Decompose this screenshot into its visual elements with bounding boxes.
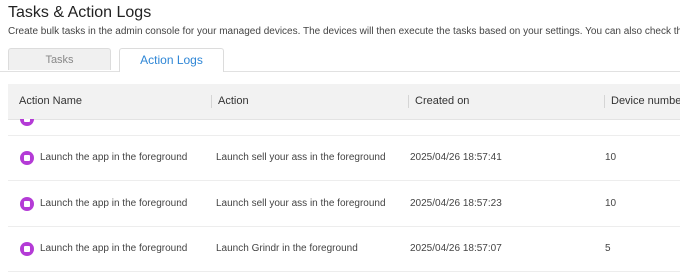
device-number-cell: 10: [605, 198, 617, 209]
table-row-partial[interactable]: [8, 119, 680, 136]
table-row[interactable]: Launch the app in the foreground › Launc…: [8, 227, 680, 272]
device-number-cell: 5: [605, 243, 611, 254]
tab-action-logs[interactable]: Action Logs: [119, 48, 224, 72]
column-header-device-number[interactable]: Device number: [604, 84, 680, 119]
created-on-cell: 2025/04/26 18:57:41: [410, 152, 502, 163]
tab-tasks[interactable]: Tasks: [8, 48, 111, 70]
app-icon: [20, 197, 34, 211]
table-row[interactable]: Launch the app in the foreground › Launc…: [8, 182, 680, 227]
app-icon: [20, 151, 34, 165]
action-cell: Launch sell your ass in the foreground: [216, 198, 386, 209]
app-icon: [20, 119, 34, 126]
column-header-created-on[interactable]: Created on: [408, 84, 598, 119]
action-name-cell[interactable]: Launch the app in the foreground: [40, 182, 187, 226]
tab-bar: Tasks Action Logs: [0, 48, 680, 72]
chevron-right-icon[interactable]: ›: [178, 182, 182, 226]
page-title: Tasks & Action Logs: [8, 4, 152, 21]
chevron-right-icon[interactable]: ›: [178, 227, 182, 271]
action-cell: Launch sell your ass in the foreground: [216, 152, 386, 163]
created-on-cell: 2025/04/26 18:57:07: [410, 243, 502, 254]
action-name-cell[interactable]: Launch the app in the foreground: [40, 136, 187, 180]
column-separator: [211, 95, 212, 108]
created-on-cell: 2025/04/26 18:57:23: [410, 198, 502, 209]
column-header-action-name[interactable]: Action Name: [12, 84, 202, 119]
table-row[interactable]: Launch the app in the foreground › Launc…: [8, 136, 680, 181]
app-icon: [20, 242, 34, 256]
action-cell: Launch Grindr in the foreground: [216, 243, 358, 254]
chevron-right-icon[interactable]: ›: [178, 136, 182, 180]
table-header: Action Name Action Created on Device num…: [8, 84, 680, 120]
device-number-cell: 10: [605, 152, 617, 163]
column-separator: [408, 95, 409, 108]
tasks-action-logs-page: Tasks & Action Logs Create bulk tasks in…: [0, 0, 680, 275]
column-separator: [604, 95, 605, 108]
action-name-cell[interactable]: Launch the app in the foreground: [40, 227, 187, 271]
column-header-action[interactable]: Action: [211, 84, 401, 119]
action-logs-table: Action Name Action Created on Device num…: [8, 84, 680, 275]
page-description: Create bulk tasks in the admin console f…: [8, 26, 680, 37]
